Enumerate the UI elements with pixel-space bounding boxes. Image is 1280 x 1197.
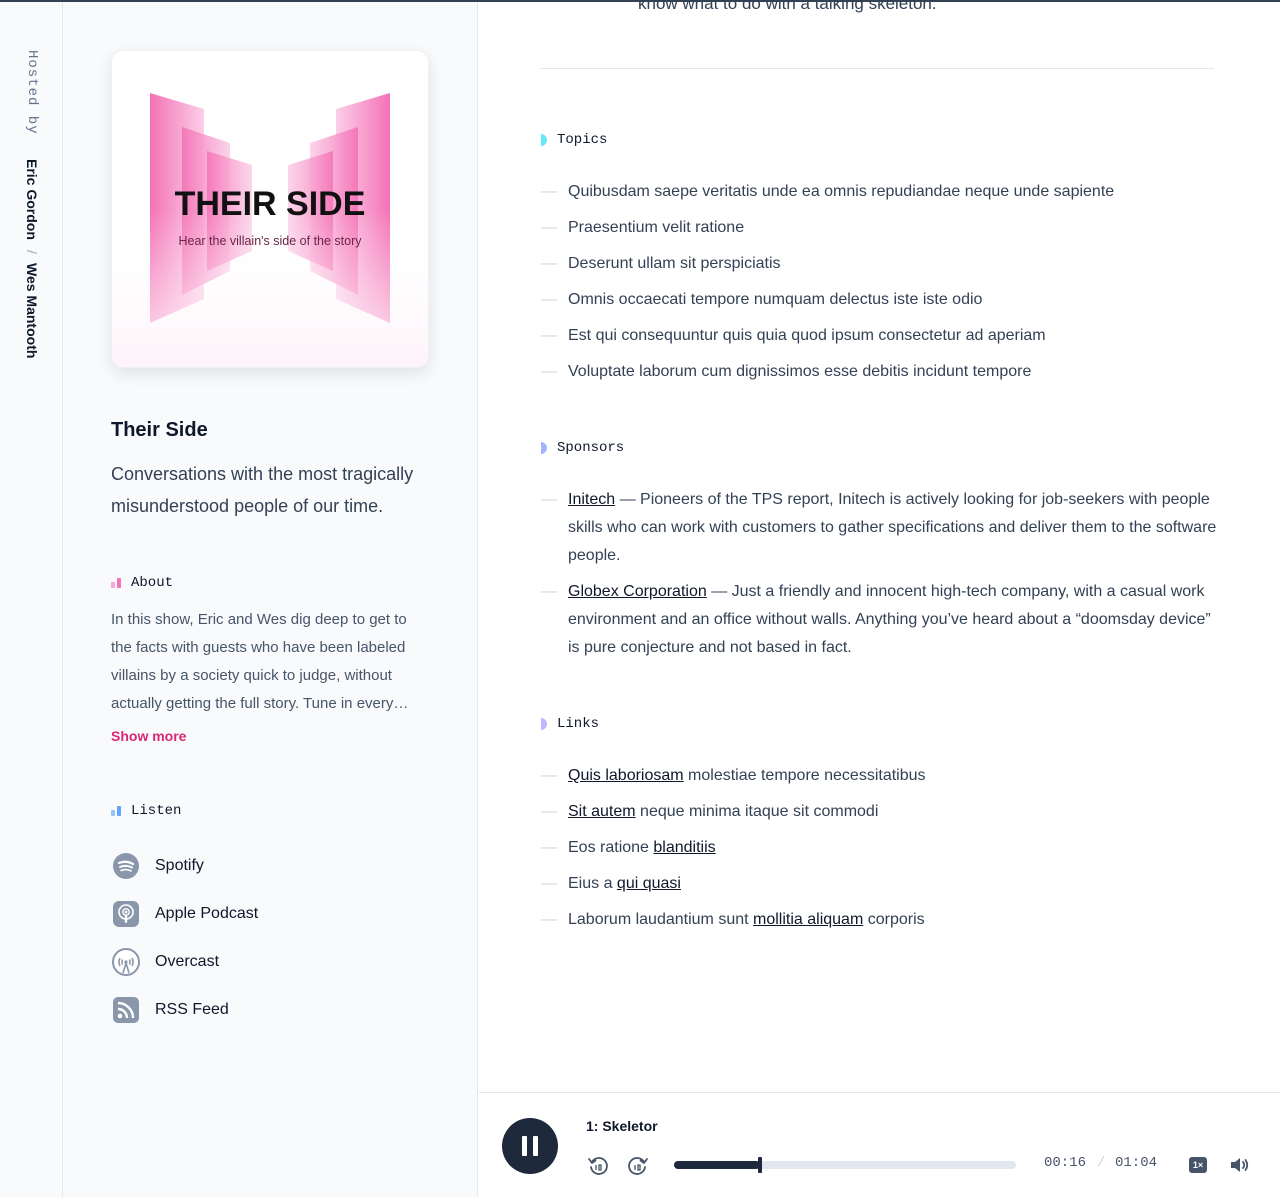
spotify-icon (113, 853, 139, 879)
pause-icon (522, 1136, 527, 1156)
sponsors-list: Initech — Pioneers of the TPS report, In… (541, 486, 1221, 670)
resource-link[interactable]: qui quasi (617, 875, 681, 892)
link-text: neque minima itaque sit commodi (635, 803, 879, 820)
link-text: Eos ratione (568, 839, 654, 856)
cover-tagline: Hear the villain's side of the story (178, 234, 362, 248)
topics-list: Quibusdam saepe veritatis unde ea omnis … (541, 178, 1221, 394)
list-item: Quis laboriosam molestiae tempore necess… (541, 762, 1221, 790)
pause-button[interactable] (502, 1118, 558, 1174)
podcast-cover-art[interactable]: THEIR SIDE Hear the villain's side of th… (111, 50, 429, 368)
section-marker-icon (541, 134, 547, 146)
forward-10-icon[interactable] (626, 1153, 650, 1177)
show-title: Their Side (111, 419, 208, 441)
host-rail: Hosted by Eric Gordon / Wes Mantooth (0, 2, 63, 1197)
episode-title: 1: Skeletor (586, 1118, 658, 1134)
pause-icon (533, 1136, 538, 1156)
listen-link-label: Overcast (155, 953, 220, 970)
host-name[interactable]: Eric Gordon (24, 159, 40, 240)
sponsors-heading-label: Sponsors (557, 440, 625, 456)
links-heading: Links (541, 716, 599, 732)
listen-heading-label: Listen (131, 803, 182, 819)
volume-icon[interactable] (1227, 1153, 1251, 1177)
sponsor-link[interactable]: Globex Corporation (568, 583, 707, 600)
list-item: Praesentium velit ratione (541, 214, 1221, 242)
cover-title: THEIR SIDE (175, 185, 366, 223)
time-separator: / (1097, 1155, 1106, 1171)
section-bars-icon (111, 578, 121, 588)
episode-description-tail: know what to do with a talking skeleton. (638, 2, 937, 13)
link-text: Laborum laudantium sunt (568, 911, 753, 928)
list-item: Eius a qui quasi (541, 870, 1221, 898)
progress-handle[interactable] (757, 1157, 762, 1173)
list-item: Quibusdam saepe veritatis unde ea omnis … (541, 178, 1221, 206)
list-item: Est qui consequuntur quis quia quod ipsu… (541, 322, 1221, 350)
overcast-icon (112, 948, 140, 976)
duration: 01:04 (1115, 1155, 1158, 1171)
list-item: Voluptate laborum cum dignissimos esse d… (541, 358, 1221, 386)
host-name[interactable]: Wes Mantooth (24, 263, 40, 358)
list-item: Deserunt ullam sit perspiciatis (541, 250, 1221, 278)
resource-link[interactable]: mollitia aliquam (753, 911, 863, 928)
audio-player: 1: Skeletor 00:16 / 01:04 1× (479, 1092, 1280, 1197)
section-bars-icon (111, 806, 121, 816)
listen-heading: Listen (111, 803, 181, 819)
sponsors-heading: Sponsors (541, 440, 624, 456)
section-marker-icon (541, 718, 547, 730)
list-item: Omnis occaecati tempore numquam delectus… (541, 286, 1221, 314)
sidebar: THEIR SIDE Hear the villain's side of th… (63, 2, 478, 1197)
resource-link[interactable]: blanditiis (653, 839, 715, 856)
rewind-10-icon[interactable] (586, 1153, 610, 1177)
about-heading-label: About (131, 575, 174, 591)
link-text: corporis (863, 911, 925, 928)
show-description: Conversations with the most tragically m… (111, 464, 414, 516)
list-item: Initech — Pioneers of the TPS report, In… (541, 486, 1221, 570)
link-text: molestiae tempore necessitatibus (683, 767, 926, 784)
listen-link-rss-feed[interactable]: RSS Feed (111, 986, 258, 1034)
listen-link-label: RSS Feed (155, 1001, 229, 1018)
apple-podcast-icon (113, 901, 139, 927)
about-text: In this show, Eric and Wes dig deep to g… (111, 611, 409, 712)
section-marker-icon (541, 442, 547, 454)
list-item: Sit autem neque minima itaque sit commod… (541, 798, 1221, 826)
links-heading-label: Links (557, 716, 600, 732)
listen-link-label: Spotify (155, 857, 204, 874)
resource-link[interactable]: Quis laboriosam (568, 767, 684, 784)
topics-heading-label: Topics (557, 132, 608, 148)
list-item: Globex Corporation — Just a friendly and… (541, 578, 1221, 662)
listen-link-label: Apple Podcast (155, 905, 259, 922)
rss-icon (113, 997, 139, 1023)
current-time: 00:16 (1044, 1155, 1087, 1171)
listen-link-spotify[interactable]: Spotify (111, 842, 258, 890)
progress-fill (674, 1161, 760, 1169)
list-item: Eos ratione blanditiis (541, 834, 1221, 862)
sponsor-link[interactable]: Initech (568, 491, 615, 508)
links-list: Quis laboriosam molestiae tempore necess… (541, 762, 1221, 942)
list-item: Laborum laudantium sunt mollitia aliquam… (541, 906, 1221, 934)
sponsor-text: — Pioneers of the TPS report, Initech is… (568, 491, 1217, 564)
listen-links: Spotify Apple Podcast Overcast RSS Feed (111, 842, 258, 1034)
link-text: Eius a (568, 875, 617, 892)
progress-slider[interactable] (674, 1157, 1016, 1173)
host-separator: / (24, 249, 40, 254)
show-more-button[interactable]: Show more (111, 728, 186, 744)
episode-content: know what to do with a talking skeleton.… (479, 2, 1280, 1092)
listen-link-overcast[interactable]: Overcast (111, 938, 258, 986)
hosted-by-label: Hosted by (24, 50, 40, 135)
divider (541, 68, 1214, 69)
listen-link-apple-podcast[interactable]: Apple Podcast (111, 890, 258, 938)
resource-link[interactable]: Sit autem (568, 803, 636, 820)
playback-rate-button[interactable]: 1× (1189, 1157, 1207, 1173)
about-heading: About (111, 575, 173, 591)
topics-heading: Topics (541, 132, 607, 148)
